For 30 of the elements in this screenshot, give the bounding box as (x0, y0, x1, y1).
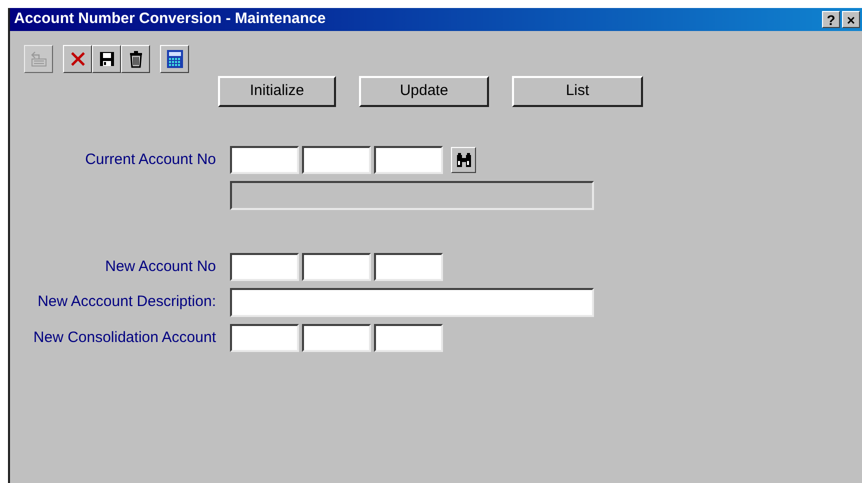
account-segment-field[interactable] (374, 253, 443, 281)
delete-tool-button[interactable] (63, 45, 92, 73)
action-button[interactable]: Update (359, 76, 489, 107)
account-segment-field[interactable] (302, 146, 371, 174)
calculator-tool-button[interactable] (160, 45, 189, 73)
account-segment-field[interactable] (230, 324, 299, 352)
window-title: Account Number Conversion - Maintenance (14, 9, 327, 30)
field-label: Current Account No (84, 150, 216, 170)
title-bar-button[interactable]: ? (822, 11, 840, 28)
account-segment-field[interactable] (230, 253, 299, 281)
trash-tool-button[interactable] (121, 45, 150, 73)
description-field[interactable] (230, 288, 594, 317)
delete-icon (68, 50, 86, 68)
binoculars-button[interactable] (451, 147, 476, 173)
keyboard-icon (30, 50, 48, 68)
save-tool-button[interactable] (92, 45, 121, 73)
account-segment-field[interactable] (374, 146, 443, 174)
binoculars-icon (456, 152, 472, 168)
action-button[interactable]: Initialize (218, 76, 336, 107)
account-segment-field[interactable] (374, 324, 443, 352)
field-label: New Consolidation Account (32, 328, 216, 348)
field-label: New Acccount Description: (36, 292, 216, 312)
account-segment-field[interactable] (302, 253, 371, 281)
account-segment-field[interactable] (302, 324, 371, 352)
calculator-icon (166, 49, 184, 69)
title-bar-button[interactable]: × (842, 11, 860, 28)
save-icon (98, 50, 116, 68)
action-button[interactable]: List (512, 76, 643, 107)
field-label: New Account No (104, 256, 216, 277)
account-segment-field[interactable] (230, 146, 299, 174)
